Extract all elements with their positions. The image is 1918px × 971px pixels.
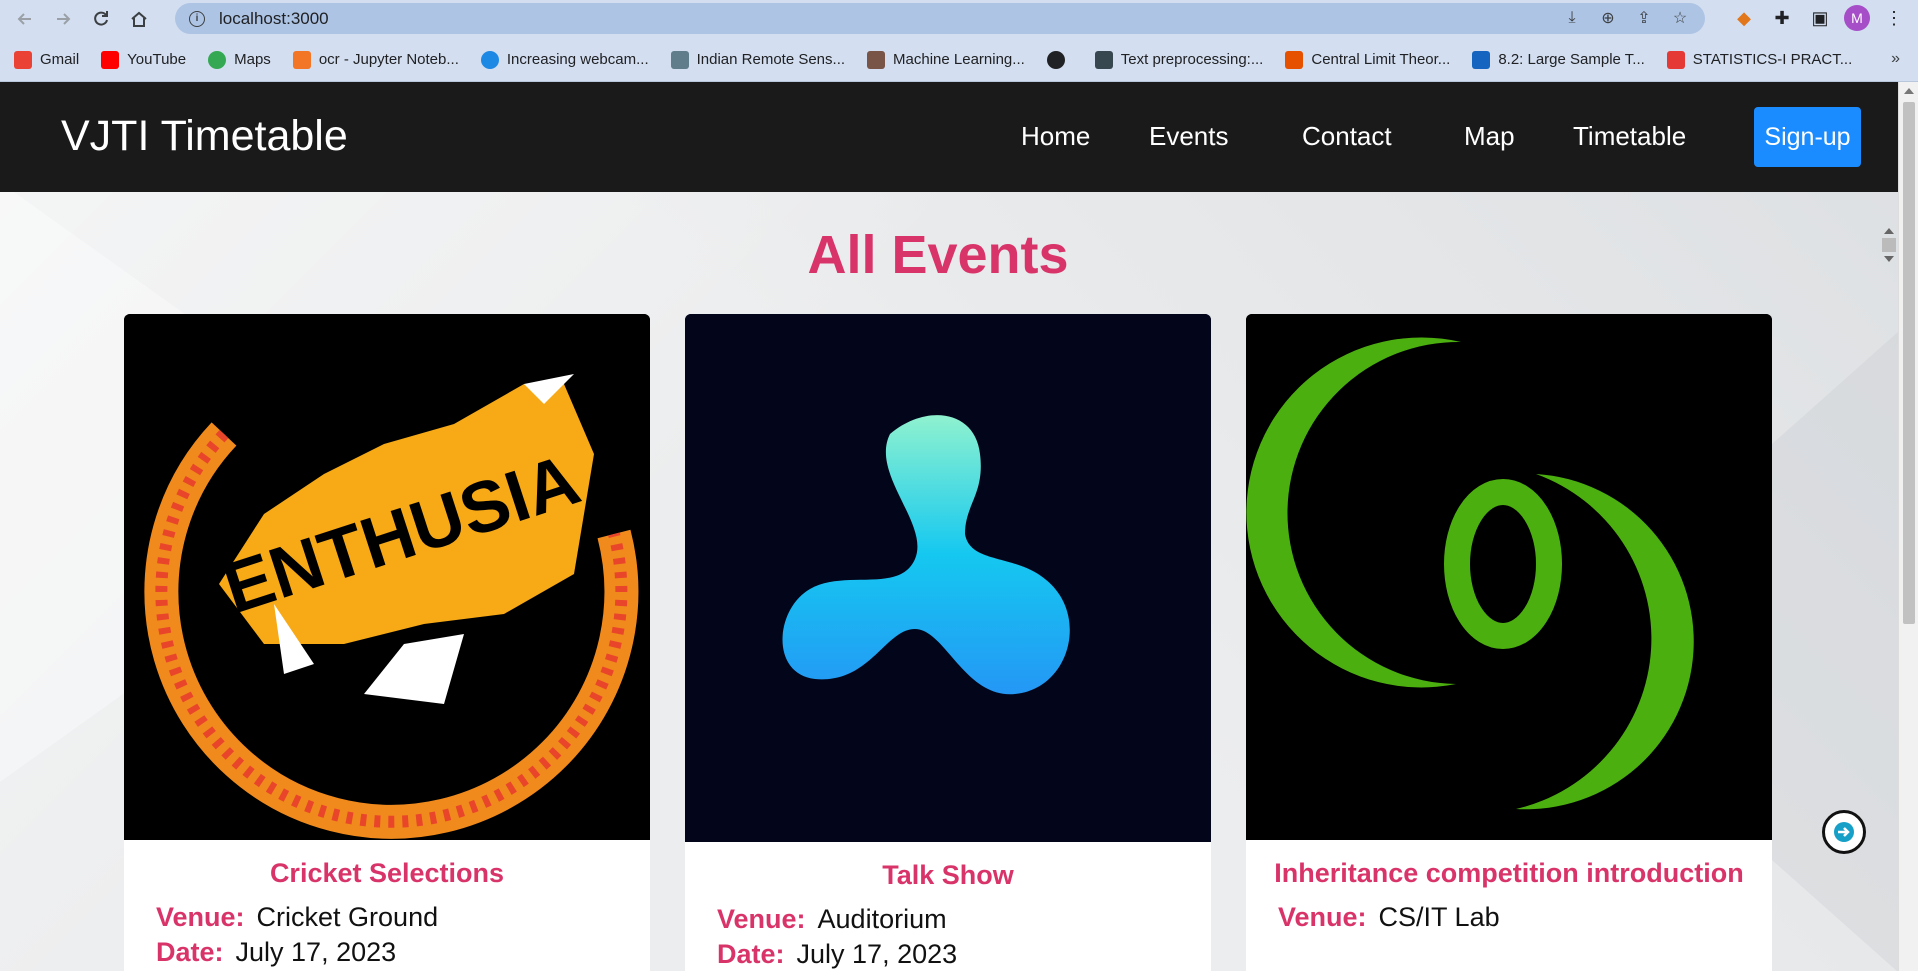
event-image-green-o xyxy=(1246,314,1772,840)
address-bar[interactable]: i localhost:3000 ⤓ ⊕ ⇪ ☆ xyxy=(175,3,1705,34)
libretexts-icon xyxy=(1472,50,1491,69)
arrow-right-icon xyxy=(1834,822,1854,842)
reload-icon[interactable] xyxy=(86,4,116,34)
site-info-icon[interactable]: i xyxy=(189,10,205,27)
page-title: All Events xyxy=(807,225,1069,285)
bookmark-statistics[interactable]: STATISTICS-I PRACT... xyxy=(1666,50,1852,69)
page-content: VJTI Timetable Home Events Contact Map T… xyxy=(0,82,1898,971)
inner-scrollbar[interactable] xyxy=(1880,224,1898,282)
bookmark-remote-sensing[interactable]: Indian Remote Sens... xyxy=(670,50,845,69)
bookmarks-overflow-icon[interactable]: » xyxy=(1891,50,1900,68)
browser-toolbar: i localhost:3000 ⤓ ⊕ ⇪ ☆ ◆ ✚ ▣ M ⋮ xyxy=(0,0,1918,38)
pyimagesearch-icon xyxy=(480,50,499,69)
statistics-icon xyxy=(1666,50,1685,69)
event-title: Inheritance competition introduction xyxy=(1274,858,1744,888)
maps-icon xyxy=(208,50,227,69)
page-scrollbar[interactable] xyxy=(1898,82,1918,971)
profile-avatar[interactable]: M xyxy=(1844,5,1870,31)
jupyter-icon xyxy=(292,50,311,69)
nav-home[interactable]: Home xyxy=(1021,121,1090,152)
nav-map[interactable]: Map xyxy=(1464,121,1515,152)
event-image-blob xyxy=(685,314,1211,842)
bookmark-machine-learning[interactable]: Machine Learning... xyxy=(867,50,1025,69)
bookmark-maps[interactable]: Maps xyxy=(208,50,271,69)
nav-contact[interactable]: Contact xyxy=(1302,121,1392,152)
event-date: Date: July 17, 2023 xyxy=(717,939,958,969)
side-panel-icon[interactable]: ▣ xyxy=(1806,4,1834,32)
bookmark-globe[interactable] xyxy=(1046,50,1073,69)
bookmarks-bar: Gmail YouTube Maps ocr - Jupyter Noteb..… xyxy=(0,38,1918,82)
browser-menu-icon[interactable]: ⋮ xyxy=(1880,4,1908,32)
extensions-puzzle-icon[interactable]: ✚ xyxy=(1768,4,1796,32)
event-card[interactable]: Inheritance competition introduction Ven… xyxy=(1246,314,1772,971)
floating-action-button[interactable] xyxy=(1822,810,1866,854)
back-icon[interactable] xyxy=(10,4,40,34)
event-title: Cricket Selections xyxy=(269,858,505,888)
home-icon[interactable] xyxy=(124,4,154,34)
bookmark-webcam[interactable]: Increasing webcam... xyxy=(480,50,649,69)
nav-events[interactable]: Events xyxy=(1149,121,1229,152)
youtube-icon xyxy=(101,50,120,69)
signup-button[interactable]: Sign-up xyxy=(1754,107,1861,167)
khan-academy-icon xyxy=(1285,50,1304,69)
event-card[interactable]: Talk Show Venue: Auditorium Date: July 17,… xyxy=(685,314,1211,971)
event-title: Talk Show xyxy=(882,860,1014,890)
share-icon[interactable]: ⇪ xyxy=(1633,7,1655,29)
site-brand[interactable]: VJTI Timetable xyxy=(61,112,348,161)
ml-icon xyxy=(867,50,886,69)
bookmark-gmail[interactable]: Gmail xyxy=(14,50,79,69)
metamask-extension-icon[interactable]: ◆ xyxy=(1730,4,1758,32)
nav-timetable[interactable]: Timetable xyxy=(1573,121,1686,152)
event-venue: Venue: Cricket Ground xyxy=(156,902,439,932)
bookmark-central-limit[interactable]: Central Limit Theor... xyxy=(1285,50,1450,69)
zoom-icon[interactable]: ⊕ xyxy=(1597,7,1619,29)
page-scrollbar-thumb[interactable] xyxy=(1902,102,1915,624)
bookmark-star-icon[interactable]: ☆ xyxy=(1669,7,1691,29)
install-app-icon[interactable]: ⤓ xyxy=(1561,7,1583,29)
event-card[interactable]: ENTHUSIA Cricket Selections Venue: Cricke… xyxy=(124,314,650,971)
url-text[interactable]: localhost:3000 xyxy=(219,9,329,29)
event-image-enthusia: ENTHUSIA xyxy=(124,314,650,840)
site-header: VJTI Timetable Home Events Contact Map T… xyxy=(0,82,1898,192)
bookmark-jupyter[interactable]: ocr - Jupyter Noteb... xyxy=(292,50,459,69)
bookmark-large-sample[interactable]: 8.2: Large Sample T... xyxy=(1472,50,1645,69)
forward-icon[interactable] xyxy=(48,4,78,34)
event-venue: Venue: CS/IT Lab xyxy=(1278,902,1500,932)
bookmark-text-preprocessing[interactable]: Text preprocessing:... xyxy=(1094,50,1263,69)
bookmark-youtube[interactable]: YouTube xyxy=(101,50,186,69)
gmail-icon xyxy=(14,50,32,69)
globe-icon xyxy=(1046,50,1065,69)
event-venue: Venue: Auditorium xyxy=(717,904,947,934)
tds-icon xyxy=(1094,50,1113,69)
isro-icon xyxy=(670,50,689,69)
event-date: Date: July 17, 2023 xyxy=(156,937,397,967)
